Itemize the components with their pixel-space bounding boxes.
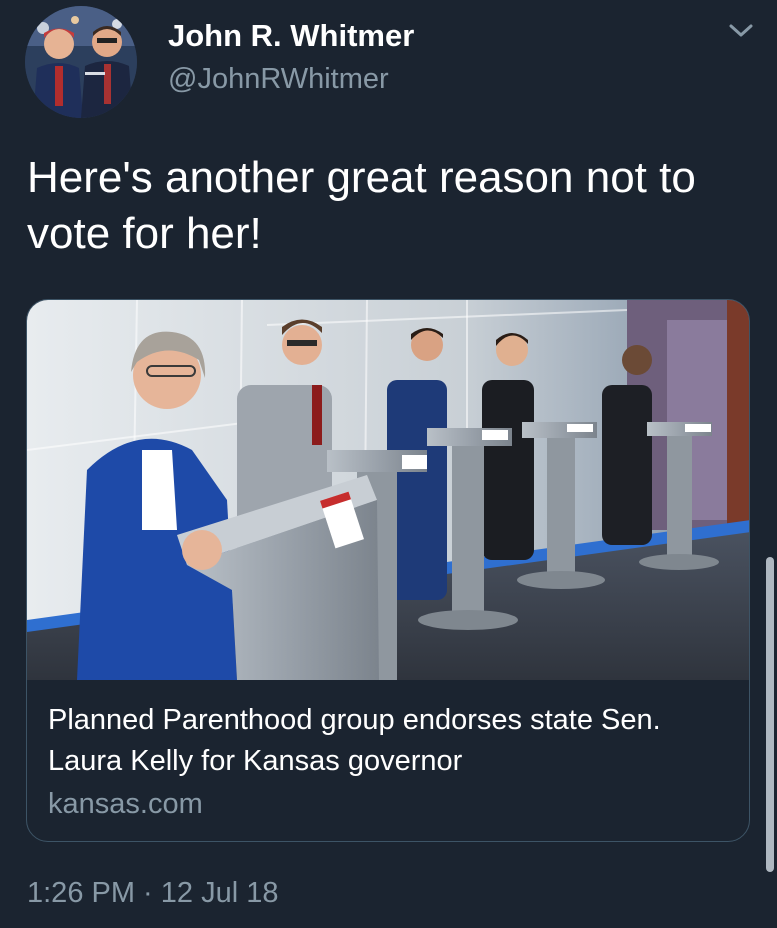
user-handle[interactable]: @JohnRWhitmer	[168, 63, 389, 96]
avatar[interactable]	[25, 6, 137, 118]
scrollbar[interactable]	[766, 557, 774, 872]
card-domain[interactable]: kansas.com	[48, 788, 203, 821]
tweet-timestamp[interactable]: 1:26 PM · 12 Jul 18	[27, 877, 278, 910]
card-image[interactable]	[27, 300, 749, 680]
chevron-down-icon[interactable]	[726, 20, 756, 42]
card-title[interactable]: Planned Parenthood group endorses state …	[48, 700, 738, 782]
display-name[interactable]: John R. Whitmer	[168, 18, 414, 54]
tweet-text: Here's another great reason not to vote …	[27, 153, 696, 258]
link-card[interactable]: Planned Parenthood group endorses state …	[26, 299, 750, 842]
